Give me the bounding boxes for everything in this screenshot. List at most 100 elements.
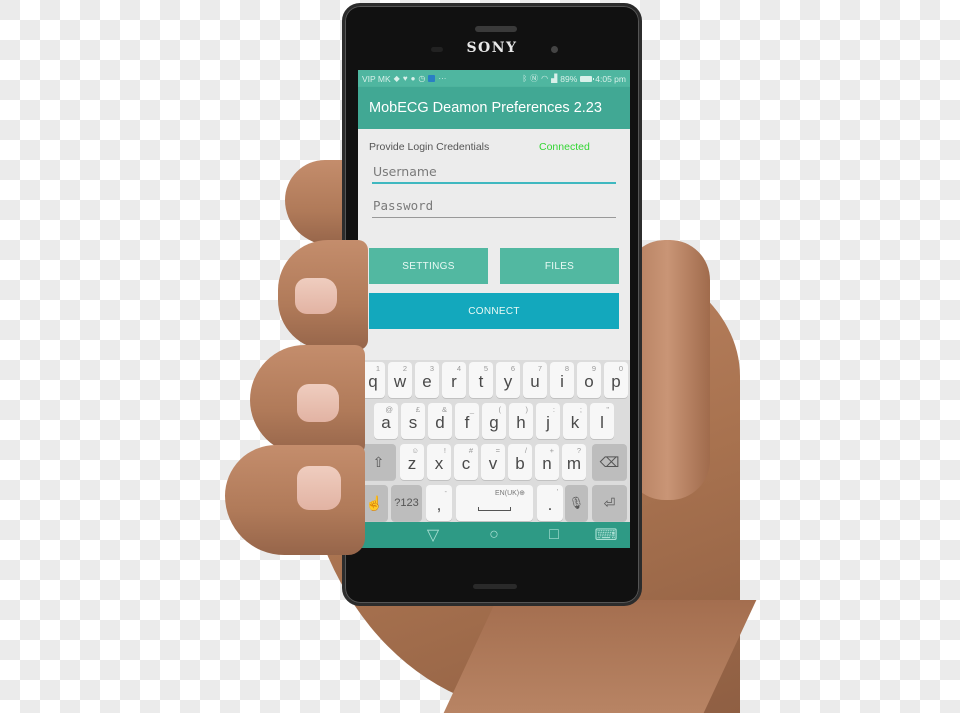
key-k[interactable]: ; k — [563, 403, 587, 439]
key-l[interactable]: " l — [590, 403, 614, 439]
key-hint: 5 — [483, 364, 488, 373]
key-t[interactable]: 5t — [469, 362, 493, 398]
diamond-icon: ◆ — [393, 73, 400, 83]
comma-hint: - — [444, 487, 448, 496]
keyboard-row-3: ⇧ ⌫ ☺ z! x # c = v / b + n? m — [358, 444, 630, 482]
key-label: n — [542, 454, 552, 473]
front-camera — [551, 46, 558, 53]
clock-time: 4:05 pm — [595, 73, 626, 84]
connect-button[interactable]: CONNECT — [369, 293, 619, 329]
key-hint: = — [495, 446, 500, 455]
key-label: m — [566, 454, 582, 473]
shift-key[interactable]: ⇧ — [361, 444, 396, 480]
key-hint: & — [441, 405, 447, 414]
phone-screen: VIP MK ◆ ♥ ● ◷ ··· ᛒ Ⓝ ◠ ▟ 89% 4:05 pm M… — [358, 70, 630, 548]
key-hint: 2 — [402, 364, 407, 373]
back-icon: ▽ — [426, 527, 440, 544]
key-i[interactable]: 8i — [550, 362, 574, 398]
key-f[interactable]: _ f — [455, 403, 479, 439]
key-c[interactable]: # c — [454, 444, 478, 480]
key-hint: ) — [525, 405, 529, 414]
key-p[interactable]: 0p — [604, 362, 628, 398]
carrier-label: VIP MK — [362, 73, 391, 84]
key-d[interactable]: & d — [428, 403, 452, 439]
backspace-key[interactable]: ⌫ — [592, 444, 627, 480]
key-hint: £ — [415, 405, 420, 414]
key-hint: # — [468, 446, 473, 455]
gesture-icon: ☝ — [365, 494, 384, 511]
enter-icon: ⏎ — [603, 494, 616, 511]
key-hint: ☺ — [411, 446, 419, 455]
login-form: Provide Login Credentials Connected SETT… — [358, 129, 630, 360]
shift-icon: ⇧ — [372, 453, 385, 470]
key-g[interactable]: (g — [482, 403, 506, 439]
key-a[interactable]: @ a — [374, 403, 398, 439]
key-hint: ! — [443, 446, 446, 455]
settings-button[interactable]: SETTINGS — [369, 248, 488, 284]
key-hint: 7 — [537, 364, 542, 373]
key-hint: _ — [469, 405, 474, 414]
key-label: z — [407, 454, 417, 473]
key-u[interactable]: 7u — [523, 362, 547, 398]
comma-key[interactable]: - , — [426, 485, 452, 521]
heart-icon: ♥ — [402, 73, 408, 83]
key-b[interactable]: / b — [508, 444, 532, 480]
key-label: i — [560, 372, 564, 391]
key-r[interactable]: 4r — [442, 362, 466, 398]
key-label: l — [600, 413, 604, 432]
language-label: EN(UK)⊕ — [495, 490, 525, 497]
nfc-icon: Ⓝ — [530, 73, 539, 83]
back-button[interactable]: ▽ — [425, 527, 441, 544]
enter-key[interactable]: ⏎ — [592, 485, 627, 521]
bluetooth-icon: ᛒ — [522, 73, 528, 83]
key-j[interactable]: :j — [536, 403, 560, 439]
recents-button[interactable]: □ — [546, 526, 562, 543]
key-hint: / — [524, 446, 527, 455]
space-key[interactable]: EN(UK)⊕ — [456, 485, 533, 521]
key-z[interactable]: ☺ z — [400, 444, 424, 480]
key-o[interactable]: 9o — [577, 362, 601, 398]
key-hint: 0 — [618, 364, 623, 373]
signal-icon: ▟ — [551, 73, 558, 83]
keyboard-row-4: ☝ ?123 - , EN(UK)⊕ ' . 🎙 ⏎ — [358, 485, 630, 523]
mic-key[interactable]: 🎙 — [565, 485, 588, 521]
key-y[interactable]: 6y — [496, 362, 520, 398]
symbols-key[interactable]: ?123 — [391, 485, 422, 521]
username-input[interactable] — [372, 162, 616, 184]
fingernail — [297, 466, 341, 510]
battery-icon — [580, 75, 595, 82]
key-m[interactable]: ? m — [562, 444, 586, 480]
key-label: f — [464, 413, 470, 432]
key-s[interactable]: £ s — [401, 403, 425, 439]
home-button[interactable]: ○ — [486, 526, 502, 543]
earpiece — [475, 26, 517, 32]
connection-status: Connected — [539, 141, 590, 153]
key-label: v — [488, 454, 498, 473]
period-label: . — [547, 495, 553, 514]
hand-little-finger — [225, 445, 365, 555]
keyboard-switch-button[interactable]: ⌨ — [594, 527, 617, 544]
key-label: a — [381, 413, 391, 432]
comma-label: , — [436, 495, 442, 514]
key-e[interactable]: 3e — [415, 362, 439, 398]
app-badge-icon — [428, 75, 436, 82]
status-bar: VIP MK ◆ ♥ ● ◷ ··· ᛒ Ⓝ ◠ ▟ 89% 4:05 pm — [358, 70, 630, 87]
key-n[interactable]: + n — [535, 444, 559, 480]
key-x[interactable]: ! x — [427, 444, 451, 480]
key-v[interactable]: = v — [481, 444, 505, 480]
key-hint: 6 — [510, 364, 515, 373]
password-input[interactable] — [372, 196, 616, 218]
gesture-key[interactable]: ☝ — [361, 485, 388, 521]
keyboard-row-1: 1q2w3e4r5t6y7u8i9o0p — [358, 362, 630, 400]
key-hint: @ — [385, 405, 393, 414]
key-hint: 3 — [429, 364, 434, 373]
hand-wrist — [443, 600, 757, 713]
key-label: y — [503, 372, 513, 391]
key-w[interactable]: 2w — [388, 362, 412, 398]
key-label: h — [516, 413, 526, 432]
key-h[interactable]: ) h — [509, 403, 533, 439]
symbols-key-label: ?123 — [394, 497, 419, 509]
key-hint: : — [552, 405, 555, 414]
period-key[interactable]: ' . — [537, 485, 563, 521]
files-button[interactable]: FILES — [500, 248, 619, 284]
